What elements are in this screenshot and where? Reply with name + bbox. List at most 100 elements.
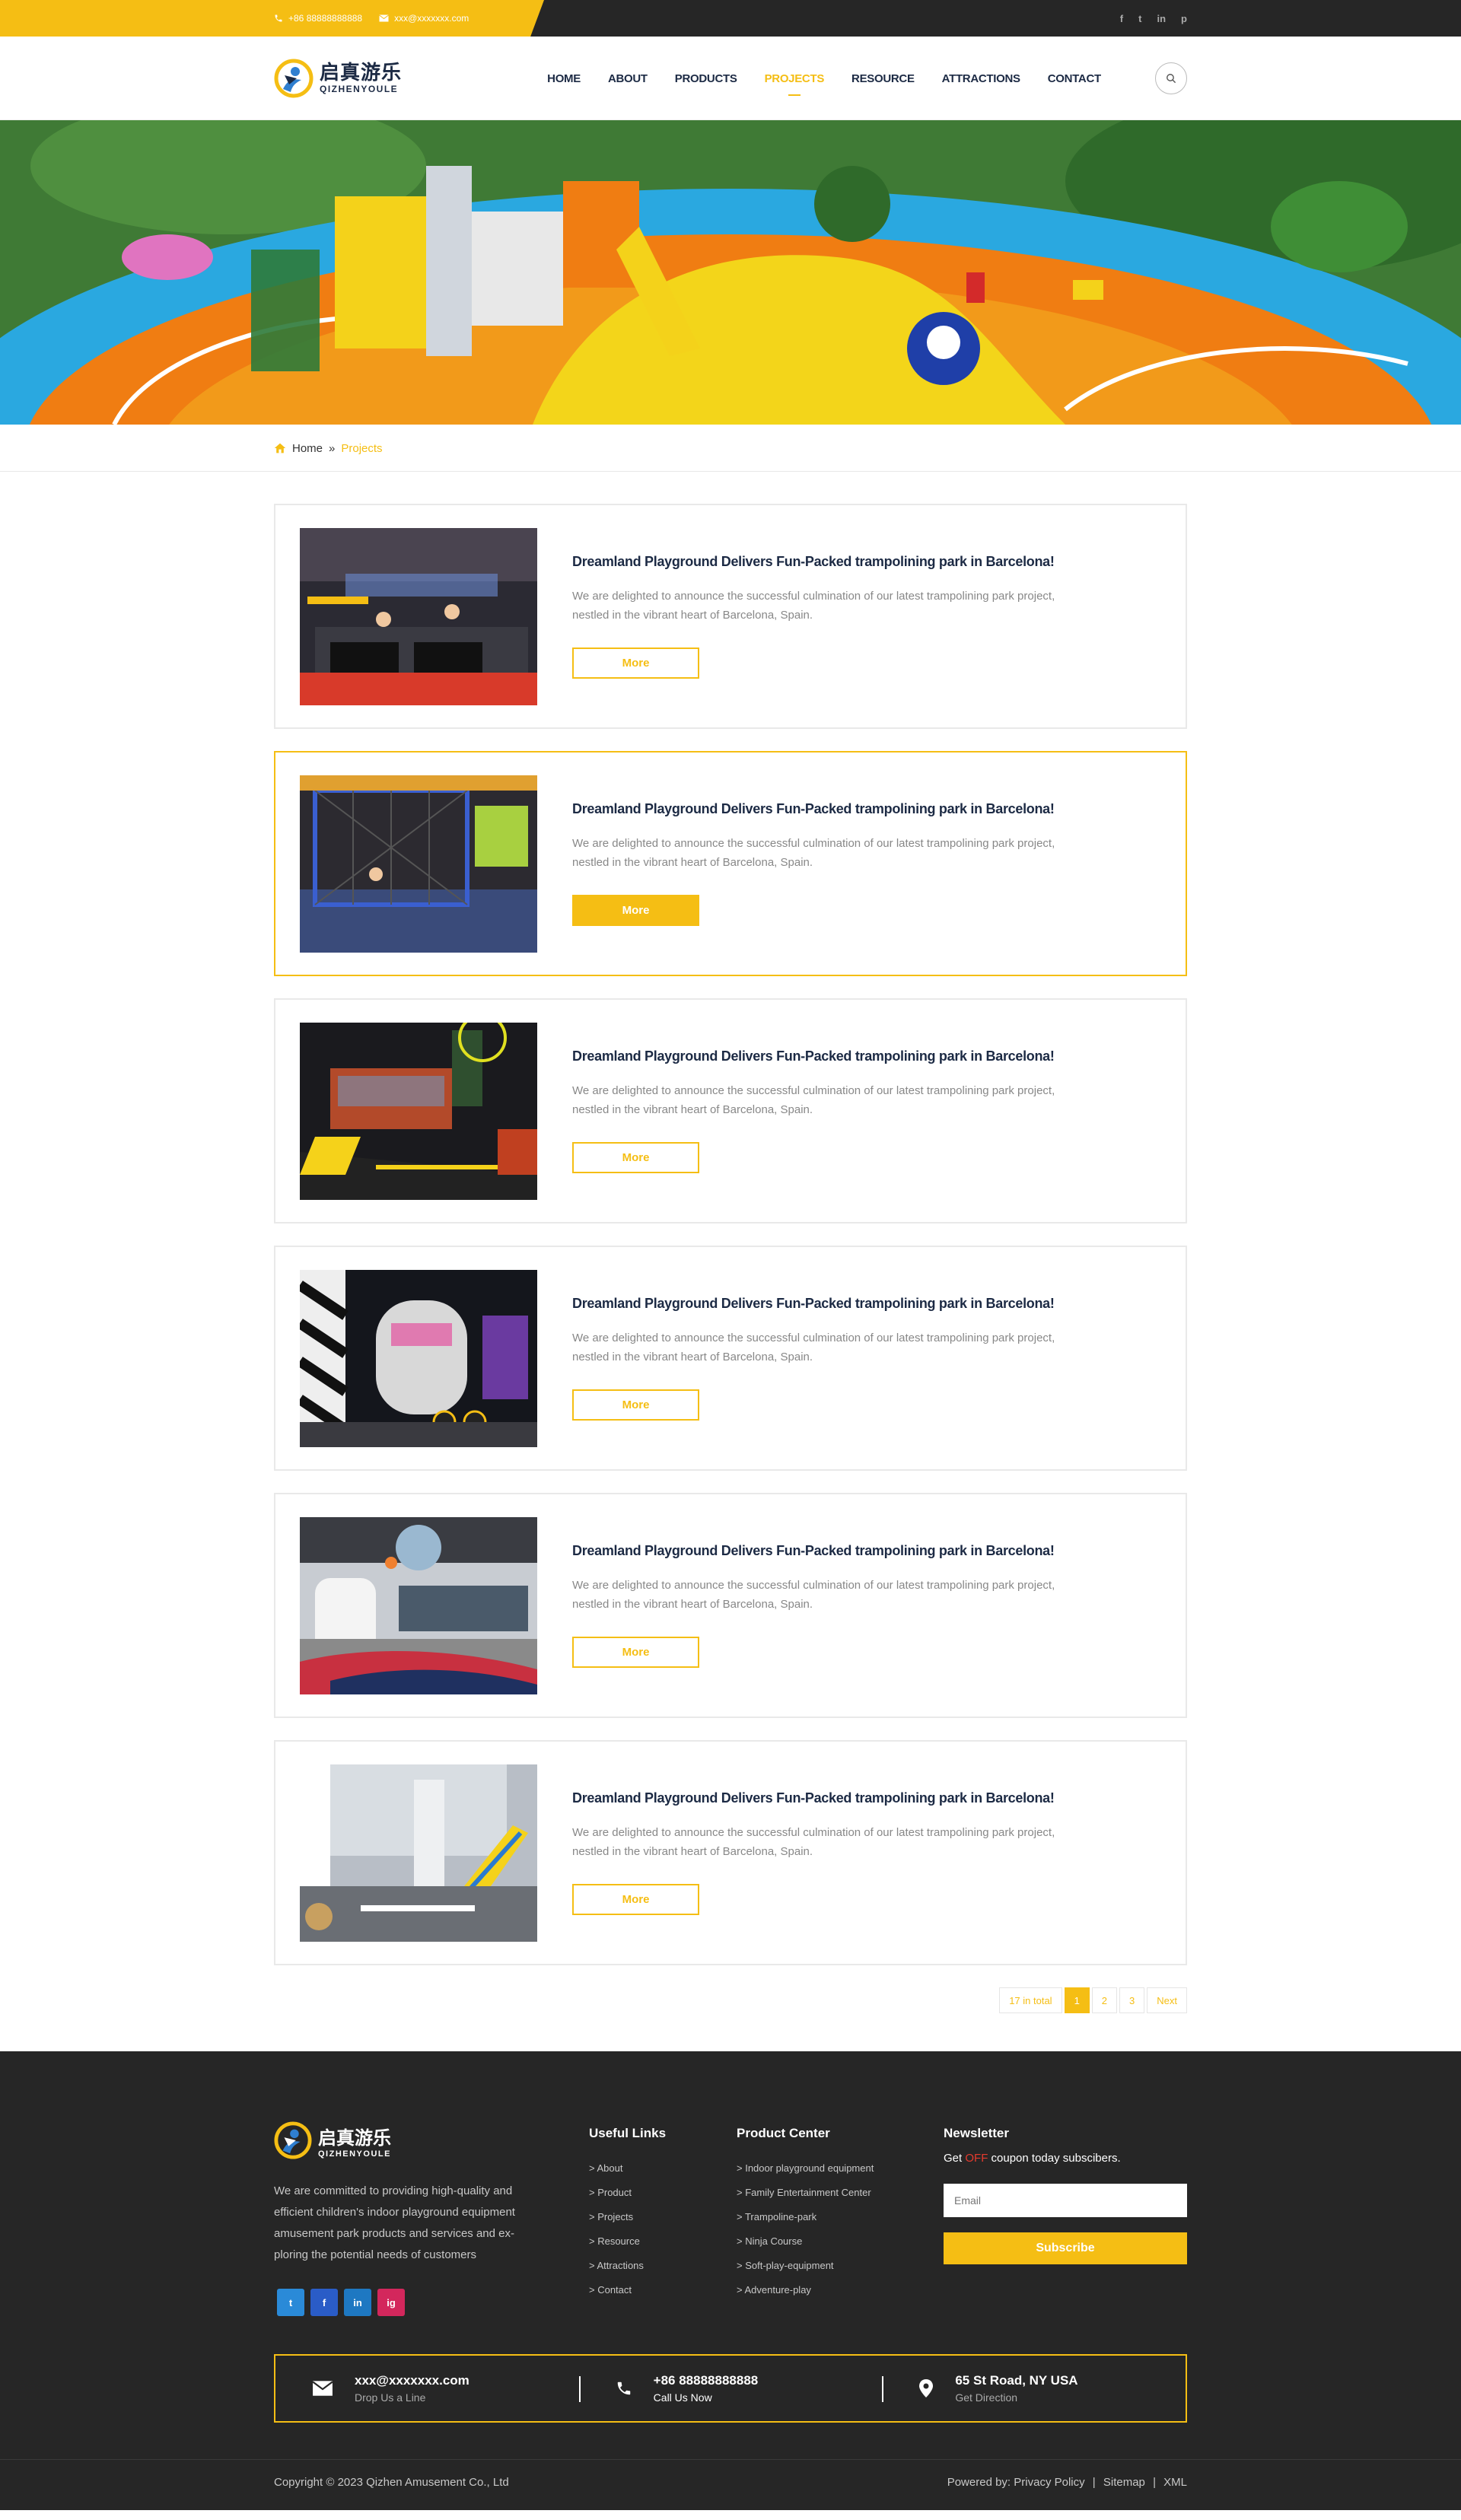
nav-about[interactable]: ABOUT	[608, 68, 648, 90]
breadcrumb-home[interactable]: Home	[292, 442, 323, 455]
project-card[interactable]: Dreamland Playground Delivers Fun-Packed…	[274, 1246, 1187, 1471]
project-desc-line-1: We are delighted to announce the success…	[572, 837, 1055, 850]
project-title[interactable]: Dreamland Playground Delivers Fun-Packed…	[572, 1543, 1120, 1559]
product-link[interactable]: > Adventure-play	[737, 2284, 944, 2296]
nav-attractions[interactable]: ATTRACTIONS	[942, 68, 1020, 90]
top-social: f t in p	[1120, 13, 1187, 24]
pinterest-icon[interactable]: p	[1181, 13, 1187, 24]
project-description: We are delighted to announce the success…	[572, 1081, 1120, 1119]
project-desc-line-1: We are delighted to announce the success…	[572, 1826, 1055, 1839]
footer-link-attractions[interactable]: > Attractions	[589, 2260, 737, 2271]
contact-address-text: 65 St Road, NY USA	[955, 2373, 1078, 2388]
more-button[interactable]: More	[572, 1637, 699, 1668]
project-desc-line-2: nestled in the vibrant heart of Barcelon…	[572, 1351, 813, 1363]
nav-contact[interactable]: CONTACT	[1048, 68, 1101, 90]
home-icon[interactable]	[274, 442, 286, 454]
project-desc-line-1: We are delighted to announce the success…	[572, 1332, 1055, 1344]
product-center-title: Product Center	[737, 2126, 830, 2140]
logo-cn: 启真游乐	[320, 62, 403, 84]
project-title[interactable]: Dreamland Playground Delivers Fun-Packed…	[572, 554, 1120, 570]
more-button[interactable]: More	[572, 895, 699, 926]
product-center-list: > Indoor playground equipment > Family E…	[737, 2162, 944, 2296]
twitter-icon[interactable]: t	[277, 2289, 304, 2316]
footer-contact-box: xxx@xxxxxxx.com Drop Us a Line +86 88888…	[274, 2354, 1187, 2423]
contact-email[interactable]: xxx@xxxxxxx.com Drop Us a Line	[275, 2373, 579, 2404]
xml-link[interactable]: XML	[1163, 2476, 1187, 2489]
project-image[interactable]	[300, 527, 537, 705]
page-2-button[interactable]: 2	[1091, 1987, 1118, 2013]
footer-link-resource[interactable]: > Resource	[589, 2235, 737, 2247]
instagram-icon[interactable]: ig	[377, 2289, 405, 2316]
logo-mark-icon	[274, 59, 314, 98]
twitter-icon[interactable]: t	[1138, 13, 1141, 24]
useful-links-list: > About > Product > Projects > Resource …	[589, 2162, 737, 2296]
product-link[interactable]: > Indoor playground equipment	[737, 2162, 944, 2174]
project-title[interactable]: Dreamland Playground Delivers Fun-Packed…	[572, 1296, 1120, 1312]
nav-products[interactable]: PRODUCTS	[675, 68, 737, 90]
footer-social: t f in ig	[277, 2289, 589, 2316]
contact-address-sub: Get Direction	[955, 2391, 1018, 2404]
more-button[interactable]: More	[572, 1389, 699, 1421]
nav-home[interactable]: HOME	[547, 68, 581, 90]
site-logo[interactable]: 启真游乐 QIZHENYOULE	[274, 59, 402, 98]
page-3-button[interactable]: 3	[1119, 1987, 1145, 2013]
footer-link-contact[interactable]: > Contact	[589, 2284, 737, 2296]
next-page-button[interactable]: Next	[1147, 1987, 1187, 2013]
copyright-bar: Copyright © 2023 Qizhen Amusement Co., L…	[0, 2459, 1461, 2504]
footer-link-product[interactable]: > Product	[589, 2187, 737, 2198]
more-button[interactable]: More	[572, 1142, 699, 1173]
project-description: We are delighted to announce the success…	[572, 1576, 1120, 1614]
product-link[interactable]: > Trampoline-park	[737, 2211, 944, 2222]
project-image[interactable]	[300, 1764, 537, 1942]
nav-resource[interactable]: RESOURCE	[851, 68, 915, 90]
pagination: 17 in total 1 2 3 Next	[274, 1987, 1187, 2013]
product-link[interactable]: > Ninja Course	[737, 2235, 944, 2247]
subscribe-button[interactable]: Subscribe	[944, 2232, 1187, 2264]
contact-email-sub: Drop Us a Line	[355, 2391, 426, 2404]
facebook-icon[interactable]: f	[310, 2289, 338, 2316]
contact-phone[interactable]: +86 88888888888 Call Us Now	[578, 2373, 883, 2404]
footer-link-about[interactable]: > About	[589, 2162, 737, 2174]
linkedin-icon[interactable]: in	[344, 2289, 371, 2316]
contact-phone-sub: Call Us Now	[653, 2391, 712, 2404]
privacy-policy-link[interactable]: Privacy Policy	[1014, 2476, 1084, 2489]
project-card[interactable]: Dreamland Playground Delivers Fun-Packed…	[274, 504, 1187, 729]
project-card[interactable]: Dreamland Playground Delivers Fun-Packed…	[274, 1740, 1187, 1965]
project-card[interactable]: Dreamland Playground Delivers Fun-Packed…	[274, 751, 1187, 976]
project-card[interactable]: Dreamland Playground Delivers Fun-Packed…	[274, 1493, 1187, 1718]
product-link[interactable]: > Family Entertainment Center	[737, 2187, 944, 2198]
newsletter-email-input[interactable]	[944, 2184, 1187, 2217]
product-link[interactable]: > Soft-play-equipment	[737, 2260, 944, 2271]
facebook-icon[interactable]: f	[1120, 13, 1123, 24]
top-email-text: xxx@xxxxxxx.com	[394, 13, 469, 24]
project-title[interactable]: Dreamland Playground Delivers Fun-Packed…	[572, 1790, 1120, 1806]
playground-banner-illustration	[0, 120, 1461, 425]
nav-projects[interactable]: PROJECTS	[765, 68, 824, 96]
project-card[interactable]: Dreamland Playground Delivers Fun-Packed…	[274, 998, 1187, 1223]
breadcrumb-current: Projects	[341, 441, 383, 455]
site-footer: 启真游乐 QIZHENYOULE We are committed to pro…	[0, 2051, 1461, 2510]
project-image[interactable]	[300, 1516, 537, 1694]
top-phone[interactable]: +86 88888888888	[274, 13, 362, 24]
more-button[interactable]: More	[572, 648, 699, 679]
footer-link-projects[interactable]: > Projects	[589, 2211, 737, 2222]
footer-logo[interactable]: 启真游乐 QIZHENYOULE	[274, 2121, 589, 2159]
project-title[interactable]: Dreamland Playground Delivers Fun-Packed…	[572, 1048, 1120, 1064]
main-nav: HOME ABOUT PRODUCTS PROJECTS RESOURCE AT…	[547, 68, 1101, 96]
project-title[interactable]: Dreamland Playground Delivers Fun-Packed…	[572, 801, 1120, 817]
top-email[interactable]: xxx@xxxxxxx.com	[379, 13, 469, 24]
phone-icon	[617, 2382, 630, 2395]
more-button[interactable]: More	[572, 1884, 699, 1915]
project-image[interactable]	[300, 775, 537, 953]
search-button[interactable]	[1155, 62, 1187, 94]
sitemap-link[interactable]: Sitemap	[1103, 2476, 1145, 2489]
footer-bottom-links: Powered by: Privacy Policy | Sitemap | X…	[947, 2476, 1187, 2489]
link-separator: |	[1092, 2475, 1096, 2489]
project-image[interactable]	[300, 1269, 537, 1447]
page-1-button[interactable]: 1	[1064, 1987, 1090, 2013]
linkedin-icon[interactable]: in	[1157, 13, 1166, 24]
site-header: 启真游乐 QIZHENYOULE HOME ABOUT PRODUCTS PRO…	[0, 37, 1461, 120]
contact-address[interactable]: 65 St Road, NY USA Get Direction	[882, 2373, 1186, 2404]
project-image[interactable]	[300, 1022, 537, 1200]
contact-phone-text: +86 88888888888	[653, 2373, 759, 2388]
